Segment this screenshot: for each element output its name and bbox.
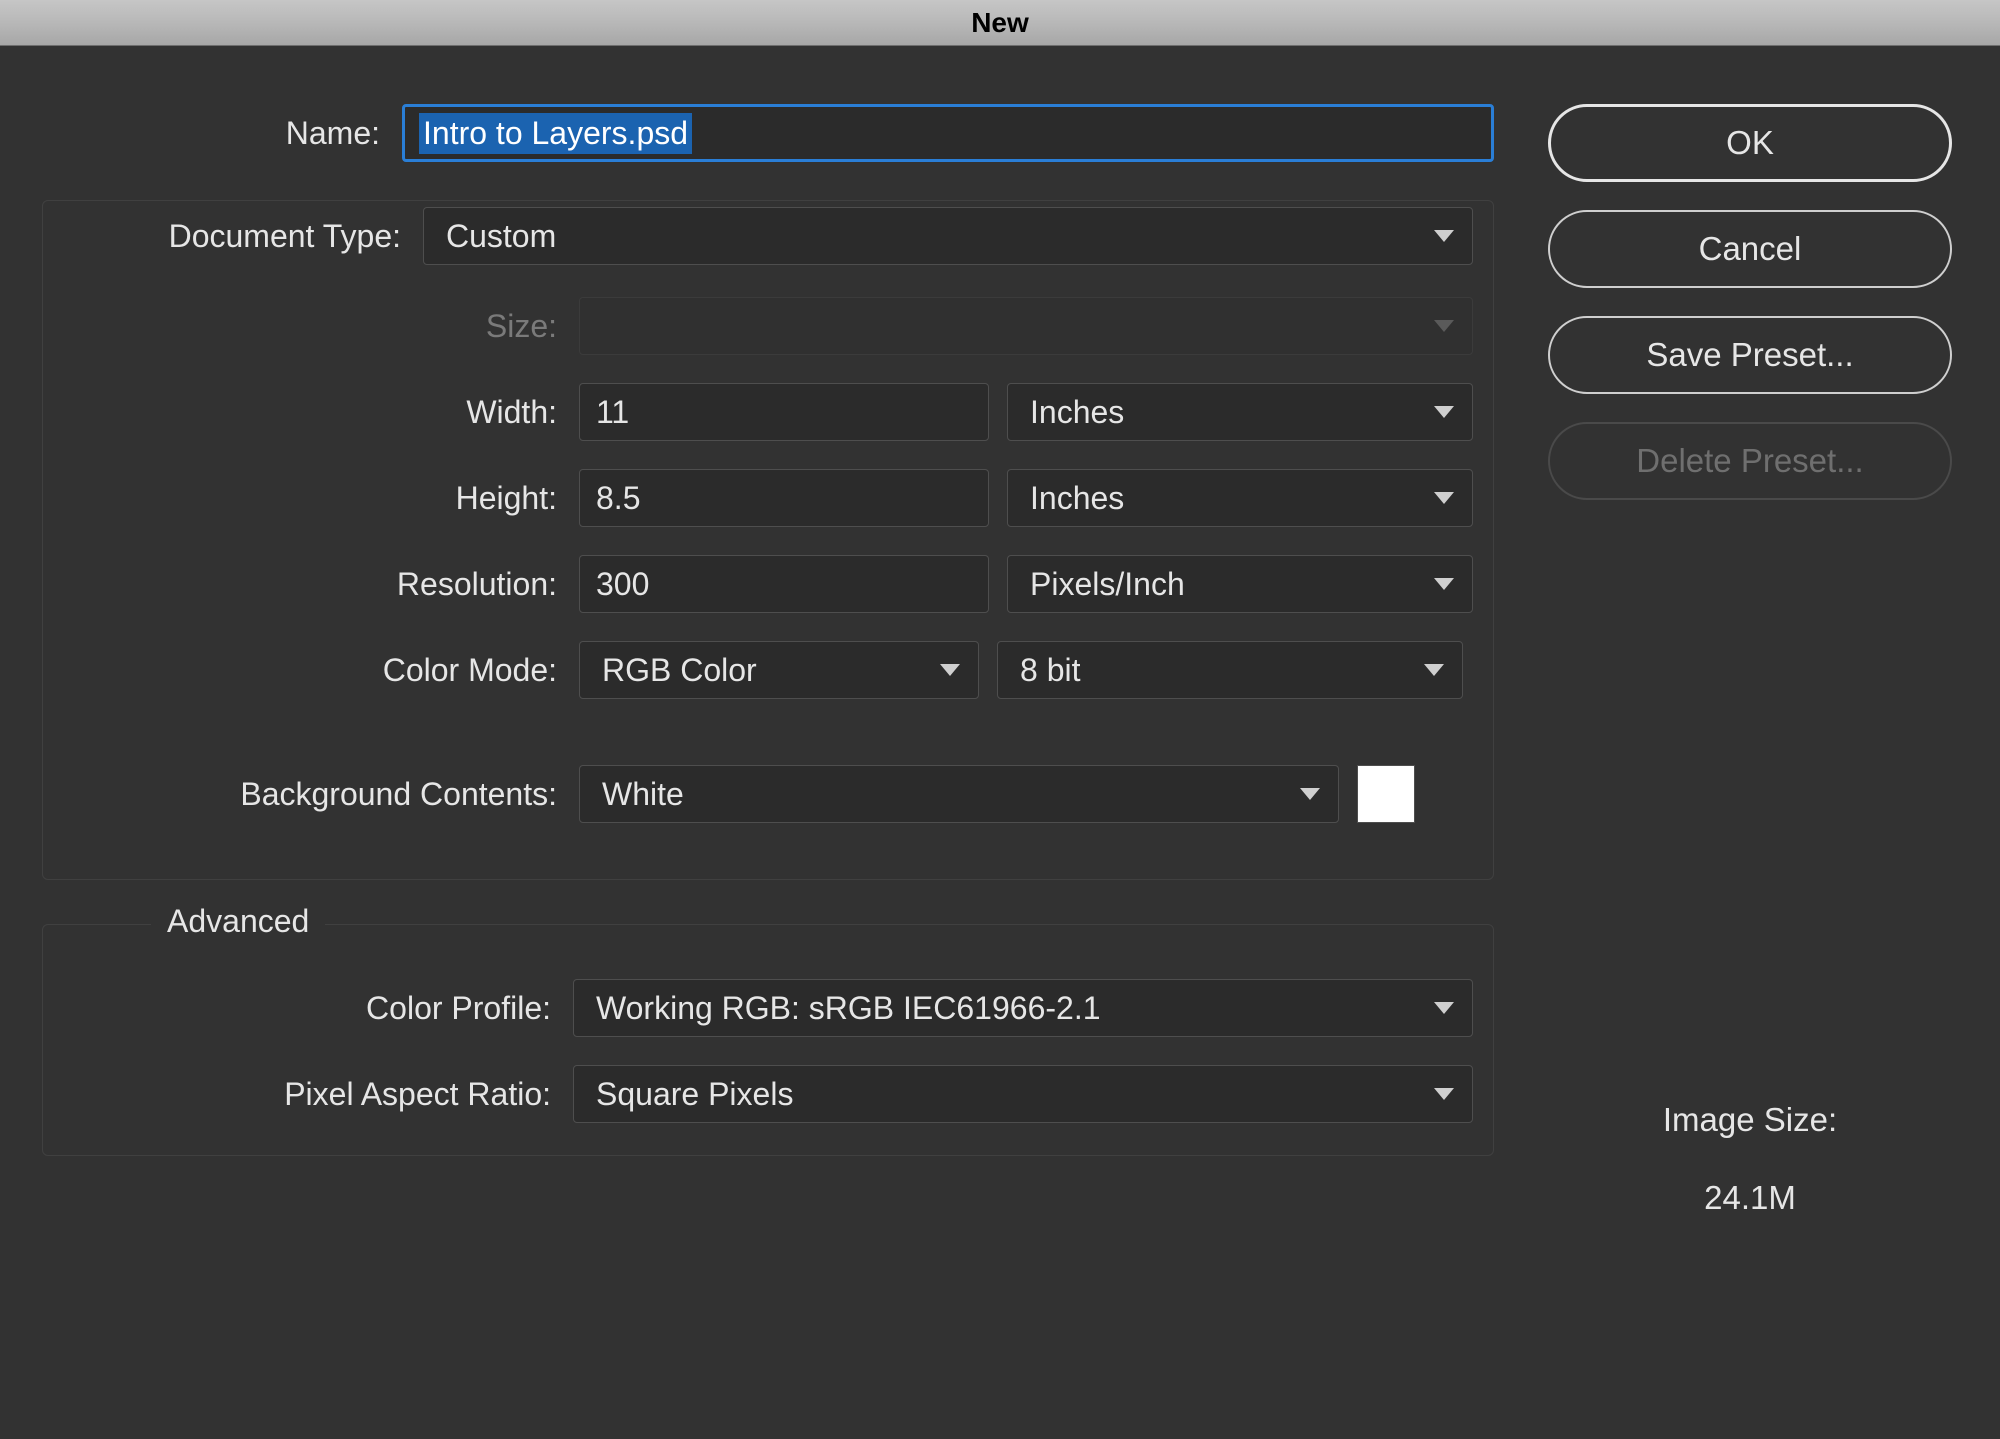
background-color-swatch[interactable] xyxy=(1357,765,1415,823)
image-size-label: Image Size: xyxy=(1663,1101,1837,1139)
document-type-label: Document Type: xyxy=(123,218,423,255)
chevron-down-icon xyxy=(1434,578,1454,590)
advanced-fieldset: Advanced Color Profile: Working RGB: sRG… xyxy=(42,924,1494,1156)
chevron-down-icon xyxy=(1434,406,1454,418)
pixel-aspect-label: Pixel Aspect Ratio: xyxy=(63,1076,573,1113)
size-label: Size: xyxy=(43,308,579,345)
name-input-value: Intro to Layers.psd xyxy=(419,113,692,154)
name-input[interactable]: Intro to Layers.psd xyxy=(402,104,1494,162)
chevron-down-icon xyxy=(1434,492,1454,504)
document-type-value: Custom xyxy=(446,218,556,255)
chevron-down-icon xyxy=(1434,320,1454,332)
chevron-down-icon xyxy=(1300,788,1320,800)
name-label: Name: xyxy=(42,115,402,152)
color-profile-label: Color Profile: xyxy=(63,990,573,1027)
advanced-legend: Advanced xyxy=(151,903,325,940)
save-preset-button[interactable]: Save Preset... xyxy=(1548,316,1952,394)
document-type-select[interactable]: Custom xyxy=(423,207,1473,265)
chevron-down-icon xyxy=(1424,664,1444,676)
width-unit-value: Inches xyxy=(1030,394,1124,431)
pixel-aspect-value: Square Pixels xyxy=(596,1076,793,1113)
document-fieldset: Document Type: Custom Size: xyxy=(42,200,1494,880)
color-depth-value: 8 bit xyxy=(1020,652,1080,689)
size-select xyxy=(579,297,1473,355)
color-depth-select[interactable]: 8 bit xyxy=(997,641,1463,699)
height-input[interactable] xyxy=(579,469,989,527)
height-unit-select[interactable]: Inches xyxy=(1007,469,1473,527)
color-mode-label: Color Mode: xyxy=(43,652,579,689)
color-mode-value: RGB Color xyxy=(602,652,757,689)
cancel-button[interactable]: Cancel xyxy=(1548,210,1952,288)
chevron-down-icon xyxy=(1434,1002,1454,1014)
window-title: New xyxy=(971,7,1029,39)
background-contents-select[interactable]: White xyxy=(579,765,1339,823)
background-contents-value: White xyxy=(602,776,684,813)
height-label: Height: xyxy=(43,480,579,517)
chevron-down-icon xyxy=(940,664,960,676)
resolution-unit-select[interactable]: Pixels/Inch xyxy=(1007,555,1473,613)
width-label: Width: xyxy=(43,394,579,431)
ok-button[interactable]: OK xyxy=(1548,104,1952,182)
background-contents-label: Background Contents: xyxy=(43,776,579,813)
pixel-aspect-select[interactable]: Square Pixels xyxy=(573,1065,1473,1123)
resolution-label: Resolution: xyxy=(43,566,579,603)
width-input[interactable] xyxy=(579,383,989,441)
image-size-value: 24.1M xyxy=(1704,1179,1796,1217)
resolution-unit-value: Pixels/Inch xyxy=(1030,566,1185,603)
color-profile-value: Working RGB: sRGB IEC61966-2.1 xyxy=(596,990,1101,1027)
width-unit-select[interactable]: Inches xyxy=(1007,383,1473,441)
chevron-down-icon xyxy=(1434,230,1454,242)
height-unit-value: Inches xyxy=(1030,480,1124,517)
chevron-down-icon xyxy=(1434,1088,1454,1100)
new-document-dialog: New Name: Intro to Layers.psd Document T… xyxy=(0,0,2000,1439)
delete-preset-button: Delete Preset... xyxy=(1548,422,1952,500)
window-titlebar: New xyxy=(0,0,2000,46)
color-profile-select[interactable]: Working RGB: sRGB IEC61966-2.1 xyxy=(573,979,1473,1037)
color-mode-select[interactable]: RGB Color xyxy=(579,641,979,699)
resolution-input[interactable] xyxy=(579,555,989,613)
